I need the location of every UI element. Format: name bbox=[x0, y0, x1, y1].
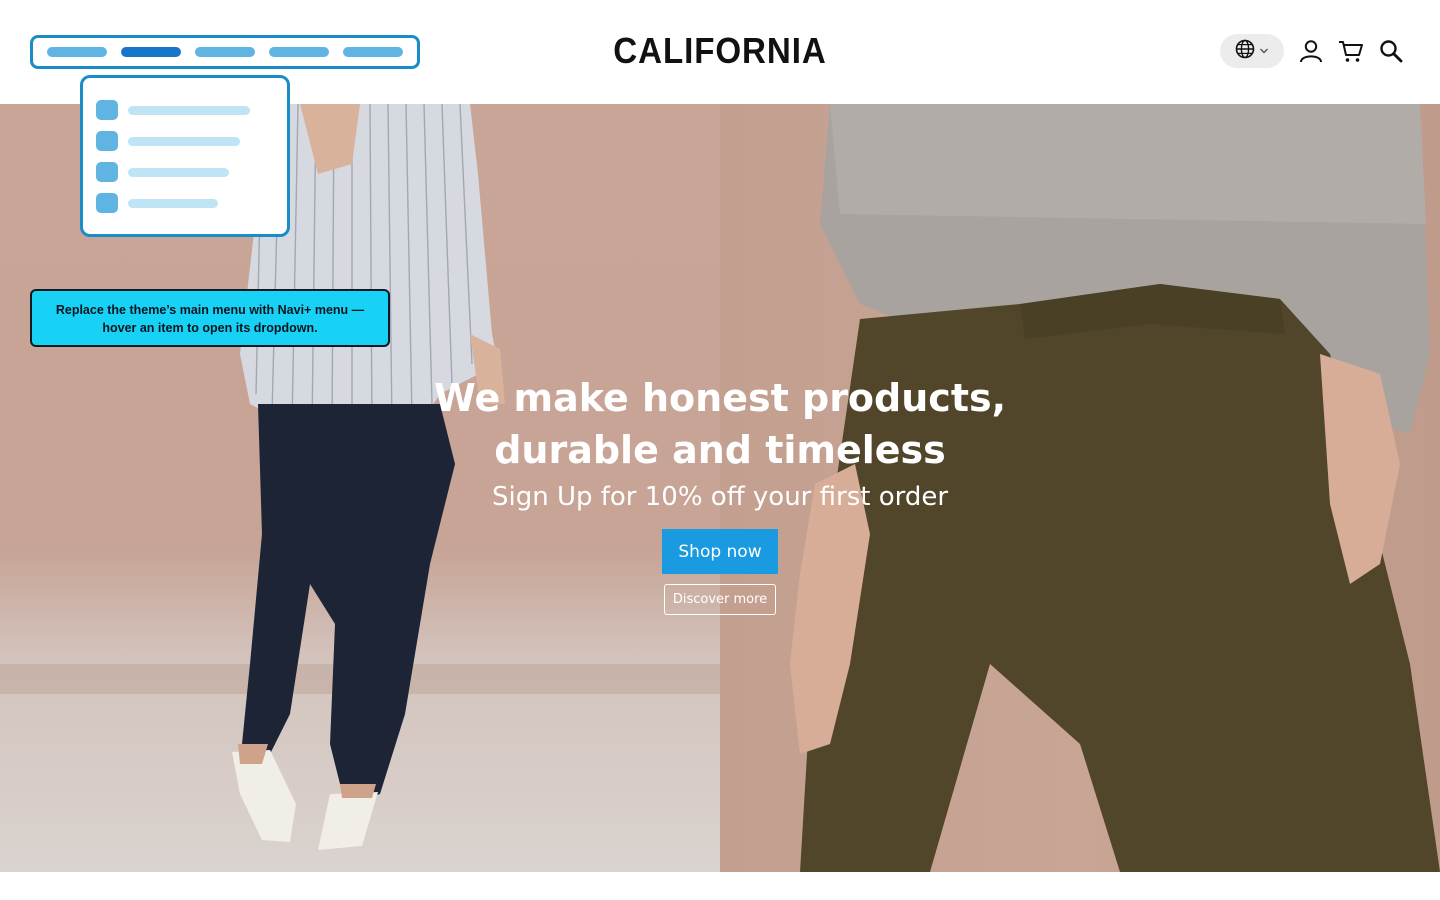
hero-headline: We make honest products, durable and tim… bbox=[320, 372, 1120, 476]
menu-item-placeholder-1[interactable] bbox=[47, 47, 107, 57]
discover-more-button[interactable]: Discover more bbox=[664, 584, 776, 615]
dropdown-item-icon bbox=[96, 131, 118, 151]
dropdown-item-icon bbox=[96, 162, 118, 182]
tooltip-line-2: hover an item to open its dropdown. bbox=[102, 321, 318, 335]
hero-headline-line-1: We make honest products, bbox=[433, 376, 1007, 420]
dropdown-item-icon bbox=[96, 100, 118, 120]
header-tools bbox=[1220, 34, 1404, 68]
hero-subheadline: Sign Up for 10% off your first order bbox=[491, 482, 949, 512]
dropdown-row[interactable] bbox=[96, 131, 240, 151]
navi-tooltip: Replace the theme’s main menu with Navi+… bbox=[30, 289, 390, 347]
dropdown-item-label-placeholder bbox=[128, 136, 240, 146]
main-menu-placeholder[interactable] bbox=[30, 35, 420, 69]
dropdown-item-icon bbox=[96, 193, 118, 213]
menu-dropdown-placeholder[interactable] bbox=[80, 75, 290, 237]
dropdown-item-label-placeholder bbox=[128, 198, 218, 208]
chevron-down-icon bbox=[1259, 42, 1269, 60]
user-icon[interactable] bbox=[1298, 38, 1324, 64]
tooltip-line-1: Replace the theme’s main menu with Navi+… bbox=[55, 303, 365, 317]
menu-item-placeholder-2[interactable] bbox=[121, 47, 181, 57]
dropdown-row[interactable] bbox=[96, 193, 218, 213]
dropdown-row[interactable] bbox=[96, 162, 229, 182]
dropdown-item-label-placeholder bbox=[128, 105, 250, 115]
menu-item-placeholder-3[interactable] bbox=[195, 47, 255, 57]
menu-item-placeholder-4[interactable] bbox=[269, 47, 329, 57]
dropdown-item-label-placeholder bbox=[128, 167, 229, 177]
cart-icon[interactable] bbox=[1338, 38, 1364, 64]
menu-item-placeholder-5[interactable] bbox=[343, 47, 403, 57]
dropdown-row[interactable] bbox=[96, 100, 250, 120]
shop-now-button[interactable]: Shop now bbox=[662, 529, 778, 574]
language-selector[interactable] bbox=[1220, 34, 1284, 68]
hero-headline-line-2: durable and timeless bbox=[494, 428, 946, 472]
store-logo[interactable]: CALIFORNIA bbox=[582, 30, 858, 72]
globe-icon bbox=[1235, 39, 1255, 64]
search-icon[interactable] bbox=[1378, 38, 1404, 64]
